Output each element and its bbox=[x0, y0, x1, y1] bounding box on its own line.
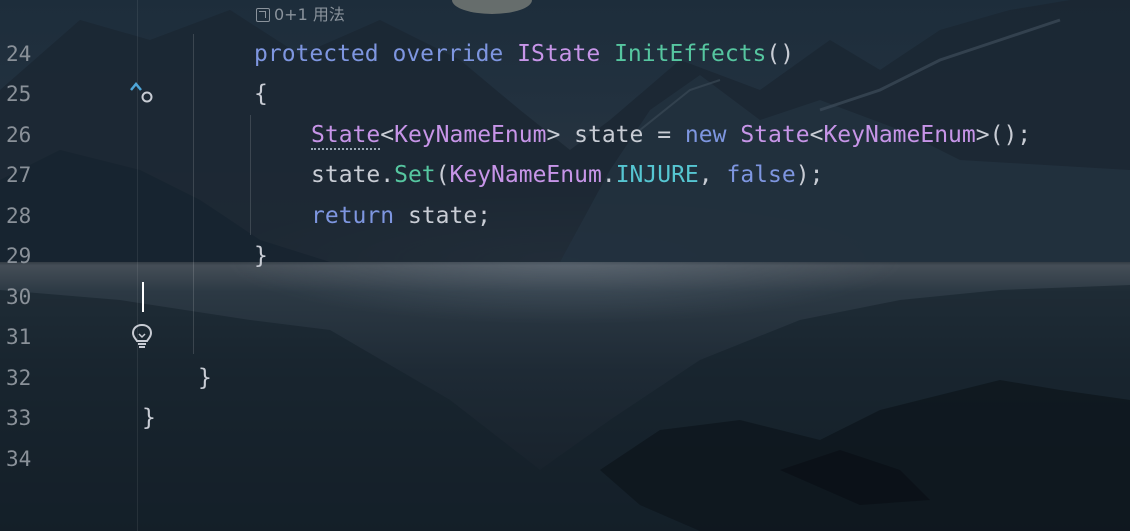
keyword-protected: protected bbox=[254, 41, 379, 67]
member-dot: . bbox=[601, 162, 616, 188]
line-number: 32 bbox=[6, 366, 32, 390]
open-brace: { bbox=[254, 81, 268, 107]
line-number: 25 bbox=[6, 82, 32, 106]
type-keynameenum: KeyNameEnum bbox=[823, 122, 976, 148]
code-line-27[interactable]: 27 state.Set(KeyNameEnum.INJURE, false); bbox=[0, 155, 1130, 195]
generic-open: < bbox=[380, 122, 395, 148]
close-brace-class: } bbox=[198, 365, 212, 391]
keyword-new: new bbox=[684, 122, 727, 148]
generic-open: < bbox=[809, 122, 824, 148]
type-keynameenum: KeyNameEnum bbox=[394, 122, 547, 148]
code-line-25[interactable]: 25 { bbox=[0, 74, 1130, 114]
line-number: 28 bbox=[6, 204, 32, 228]
type-state-warning[interactable]: State bbox=[311, 122, 381, 150]
keyword-false: false bbox=[726, 162, 796, 188]
code-line-24[interactable]: 24 protected override IState InitEffects… bbox=[0, 34, 1130, 103]
code-line-31[interactable]: 31 bbox=[0, 317, 1130, 357]
line-number: 29 bbox=[6, 244, 32, 268]
line-number: 24 bbox=[6, 42, 32, 66]
arg-comma: , bbox=[698, 162, 727, 188]
code-line-28[interactable]: 28 return state; bbox=[0, 196, 1130, 236]
close-brace: } bbox=[254, 243, 268, 269]
type-state: State bbox=[740, 122, 810, 148]
type-keynameenum: KeyNameEnum bbox=[449, 162, 602, 188]
line-number: 34 bbox=[6, 447, 32, 471]
code-line-26[interactable]: 26 State<KeyNameEnum> state = new State<… bbox=[0, 115, 1130, 155]
method-name: InitEffects bbox=[614, 41, 767, 67]
method-set: Set bbox=[394, 162, 436, 188]
variable-decl: state = bbox=[560, 122, 685, 148]
text-caret bbox=[142, 282, 144, 312]
line-number: 30 bbox=[6, 285, 32, 309]
code-line-29[interactable]: 29 } bbox=[0, 236, 1130, 276]
method-parens: () bbox=[766, 41, 795, 67]
generic-close: > bbox=[546, 122, 561, 148]
code-line-32[interactable]: 32 } bbox=[0, 358, 1130, 398]
paren-open: ( bbox=[435, 162, 450, 188]
line-number: 26 bbox=[6, 123, 32, 147]
keyword-return: return bbox=[311, 203, 395, 229]
external-link-icon bbox=[256, 8, 270, 22]
enum-value-injure: INJURE bbox=[615, 162, 699, 188]
return-value: state; bbox=[394, 203, 492, 229]
line-number: 31 bbox=[6, 325, 32, 349]
type-istate: IState bbox=[517, 41, 601, 67]
usage-hint-label: 0+1 用法 bbox=[274, 5, 345, 24]
usage-hint[interactable]: 0+1 用法 bbox=[256, 3, 345, 27]
code-line-34[interactable]: 34 bbox=[0, 439, 1130, 479]
code-line-33[interactable]: 33 } bbox=[0, 398, 1130, 438]
statement-end: >(); bbox=[975, 122, 1032, 148]
code-line-30[interactable]: 30 bbox=[0, 277, 1130, 348]
line-number: 27 bbox=[6, 163, 32, 187]
close-brace-namespace: } bbox=[142, 405, 156, 431]
keyword-override: override bbox=[392, 41, 504, 67]
object-state: state. bbox=[311, 162, 395, 188]
statement-end: ); bbox=[795, 162, 824, 188]
line-number: 33 bbox=[6, 406, 32, 430]
